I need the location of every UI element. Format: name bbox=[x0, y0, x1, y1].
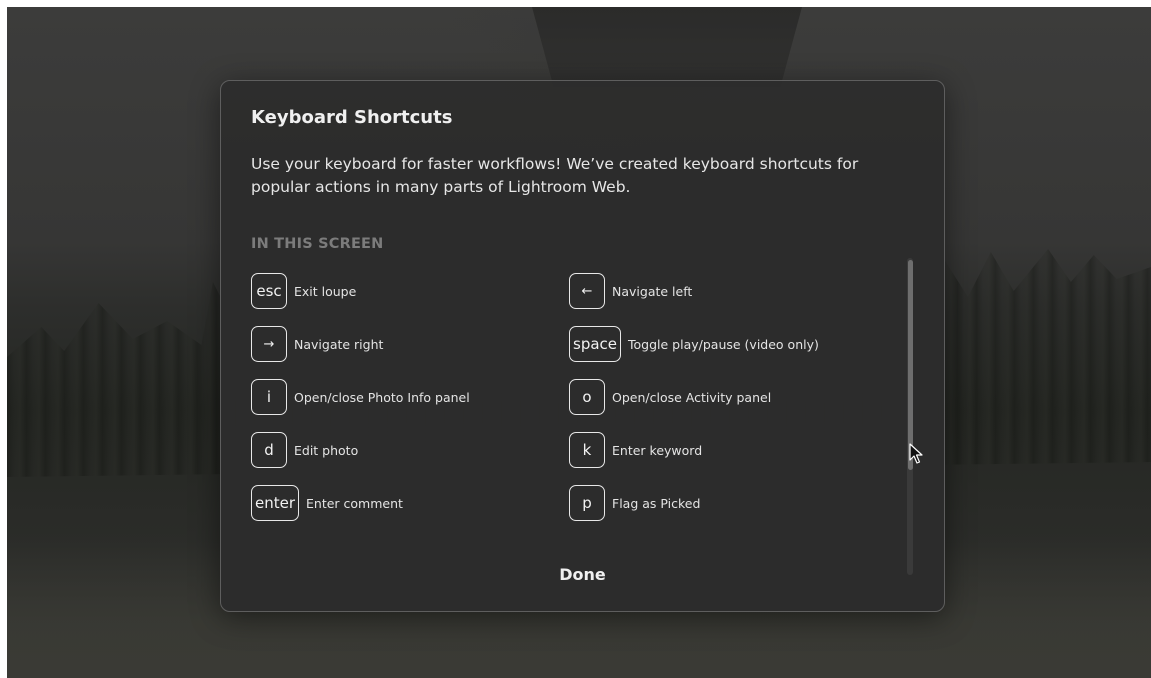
shortcut-key: d bbox=[251, 432, 287, 468]
shortcut-key: esc bbox=[251, 273, 287, 309]
done-button[interactable]: Done bbox=[221, 565, 944, 584]
shortcut-key: enter bbox=[251, 485, 300, 521]
shortcut-row: o Open/close Activity panel bbox=[569, 379, 771, 415]
dialog-description: Use your keyboard for faster workflows! … bbox=[251, 155, 859, 196]
shortcut-action: Navigate right bbox=[294, 336, 384, 352]
shortcut-row: d Edit photo bbox=[251, 432, 358, 468]
shortcut-row: ← Navigate left bbox=[569, 273, 692, 309]
shortcut-key: i bbox=[251, 379, 287, 415]
arrow-left-icon: ← bbox=[569, 273, 605, 309]
arrow-right-icon: → bbox=[251, 326, 287, 362]
shortcut-row: space Toggle play/pause (video only) bbox=[569, 326, 819, 362]
shortcut-key: space bbox=[569, 326, 622, 362]
shortcut-action: Flag as Picked bbox=[612, 495, 701, 511]
section-label: IN THIS SCREEN bbox=[251, 236, 384, 252]
shortcut-key: p bbox=[569, 485, 605, 521]
shortcut-key: o bbox=[569, 379, 605, 415]
shortcut-row: → Navigate right bbox=[251, 326, 383, 362]
shortcut-action: Exit loupe bbox=[294, 283, 357, 299]
shortcut-action: Edit photo bbox=[294, 442, 359, 458]
shortcut-row: k Enter keyword bbox=[569, 432, 702, 468]
shortcut-key: k bbox=[569, 432, 605, 468]
shortcut-row: i Open/close Photo Info panel bbox=[251, 379, 470, 415]
shortcut-action: Open/close Photo Info panel bbox=[294, 389, 470, 405]
shortcut-action: Navigate left bbox=[612, 283, 693, 299]
shortcut-action: Open/close Activity panel bbox=[612, 389, 772, 405]
shortcut-row: p Flag as Picked bbox=[569, 485, 700, 521]
dialog-title: Keyboard Shortcuts bbox=[251, 107, 453, 128]
scrollbar-thumb[interactable] bbox=[908, 260, 913, 470]
app-window: Keyboard Shortcuts Use your keyboard for… bbox=[7, 7, 1151, 678]
shortcut-row: enter Enter comment bbox=[251, 485, 403, 521]
pointer-cursor-icon bbox=[909, 443, 923, 464]
shortcut-action: Enter comment bbox=[306, 495, 403, 511]
shortcut-action: Toggle play/pause (video only) bbox=[628, 336, 819, 352]
keyboard-shortcuts-dialog: Keyboard Shortcuts Use your keyboard for… bbox=[220, 80, 945, 612]
background-tower bbox=[532, 7, 802, 87]
shortcut-row: esc Exit loupe bbox=[251, 273, 356, 309]
shortcut-action: Enter keyword bbox=[612, 442, 703, 458]
